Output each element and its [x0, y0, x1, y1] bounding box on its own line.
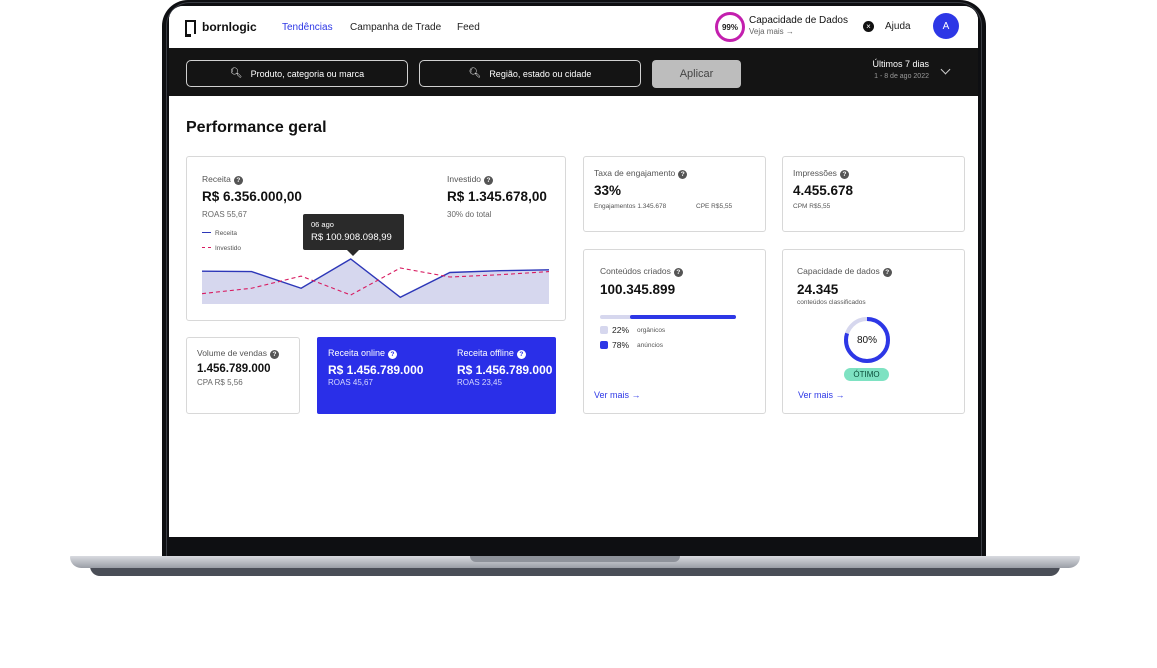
logo[interactable]: bornlogic [202, 20, 257, 34]
revenue-line-chart[interactable] [202, 251, 549, 306]
tooltip-value: R$ 100.908.098,99 [311, 232, 392, 243]
product-search-input[interactable]: 🔍︎ Produto, categoria ou marca [186, 60, 408, 87]
impressions-label: Impressões? [793, 168, 849, 179]
ads-swatch [600, 341, 608, 349]
capacity-see-more-link[interactable]: Veja mais → [749, 27, 794, 36]
top-nav: bornlogic Tendências Campanha de Trade F… [169, 6, 978, 48]
capacity-card-label: Capacidade de dados? [797, 266, 892, 277]
region-search-placeholder: Região, estado ou cidade [489, 68, 592, 79]
ads-share-fill [629, 315, 736, 319]
receita-online-roas: ROAS 45,67 [328, 378, 373, 387]
capacity-card-value: 24.345 [797, 282, 839, 297]
avatar[interactable]: A [933, 13, 959, 39]
status-badge: ÓTIMO [844, 368, 889, 381]
sales-volume-label: Volume de vendas? [197, 348, 279, 359]
capacity-ring[interactable]: 99% [715, 12, 745, 42]
page-title: Performance geral [186, 119, 327, 136]
cpa-value: CPA R$ 5,56 [197, 378, 243, 387]
capacity-see-more-link[interactable]: Ver mais → [798, 390, 845, 400]
capacity-donut-value: 80% [856, 334, 877, 346]
impressions-value: 4.455.678 [793, 183, 854, 198]
content-created-label: Conteúdos criados? [600, 266, 683, 277]
sales-volume-value: 1.456.789.000 [197, 363, 271, 375]
nav-feed[interactable]: Feed [457, 22, 480, 33]
organic-label: orgânicos [637, 327, 666, 334]
organic-pct: 22% [612, 325, 630, 335]
roas-value: ROAS 55,67 [202, 210, 247, 219]
mockup-stage: bornlogic Tendências Campanha de Trade F… [0, 0, 1157, 668]
nav-tendencias[interactable]: Tendências [282, 22, 333, 33]
cpm-value: CPM R$5,55 [793, 203, 831, 210]
apply-button[interactable]: Aplicar [652, 60, 741, 88]
capacity-card-sub: conteúdos classificados [797, 299, 866, 306]
help-icon[interactable]: ? [678, 170, 688, 179]
receita-offline-value: R$ 1.456.789.000 [457, 363, 553, 377]
cpe-value: CPE R$5,55 [696, 203, 733, 210]
search-icon: 🔍︎ [468, 68, 482, 79]
help-icon[interactable]: ? [882, 268, 892, 277]
help-icon[interactable]: ? [516, 350, 526, 359]
engagement-value: 33% [594, 183, 622, 198]
engagements-count: Engajamentos 1.345.678 [594, 203, 667, 210]
receita-offline-roas: ROAS 23,45 [457, 378, 502, 387]
bookmark-logo-icon [185, 20, 196, 37]
investido-sub: 30% do total [447, 210, 492, 219]
legend-line-investido [202, 247, 211, 248]
legend-line-receita [202, 232, 211, 233]
chart-tooltip: 06 ago R$ 100.908.098,99 [303, 214, 404, 256]
laptop-notch [470, 556, 680, 562]
receita-offline-label: Receita offline? [457, 348, 526, 359]
help-icon[interactable]: ? [269, 350, 279, 359]
help-link[interactable]: Ajuda [885, 21, 911, 32]
content-see-more-link[interactable]: Ver mais → [594, 390, 641, 400]
nav-campanha-de-trade[interactable]: Campanha de Trade [350, 22, 441, 33]
ads-label: anúncios [637, 342, 664, 349]
filter-bar: 🔍︎ Produto, categoria ou marca 🔍︎ Região… [169, 48, 978, 96]
investido-label: Investido? [447, 174, 494, 185]
capacity-title: Capacidade de Dados [749, 15, 848, 26]
help-icon[interactable]: × [863, 21, 874, 32]
receita-online-value: R$ 1.456.789.000 [328, 363, 424, 377]
engagement-label: Taxa de engajamento? [594, 168, 688, 179]
region-search-input[interactable]: 🔍︎ Região, estado ou cidade [419, 60, 641, 87]
receita-value: R$ 6.356.000,00 [202, 189, 302, 204]
investido-value: R$ 1.345.678,00 [447, 189, 547, 204]
period-select[interactable]: Últimos 7 dias [869, 59, 929, 69]
receita-online-label: Receita online? [328, 348, 398, 359]
content-created-value: 100.345.899 [600, 282, 676, 297]
help-icon[interactable]: ? [673, 268, 683, 277]
help-icon[interactable]: ? [388, 350, 398, 359]
search-icon: 🔍︎ [229, 68, 243, 79]
receita-label: Receita? [202, 174, 243, 185]
tooltip-date: 06 ago [311, 220, 334, 229]
laptop-screen: bornlogic Tendências Campanha de Trade F… [169, 6, 978, 537]
help-icon[interactable]: ? [484, 176, 494, 185]
period-range: 1 - 8 de ago 2022 [874, 73, 929, 80]
legend-receita: Receita [202, 230, 237, 237]
online-offline-card: Receita online? R$ 1.456.789.000 ROAS 45… [317, 337, 556, 414]
organic-swatch [600, 326, 608, 334]
product-search-placeholder: Produto, categoria ou marca [250, 68, 365, 79]
chevron-down-icon[interactable] [940, 64, 951, 75]
content-split-bar [600, 315, 736, 319]
ads-pct: 78% [612, 340, 630, 350]
help-icon[interactable]: ? [839, 170, 849, 179]
help-icon[interactable]: ? [233, 176, 243, 185]
